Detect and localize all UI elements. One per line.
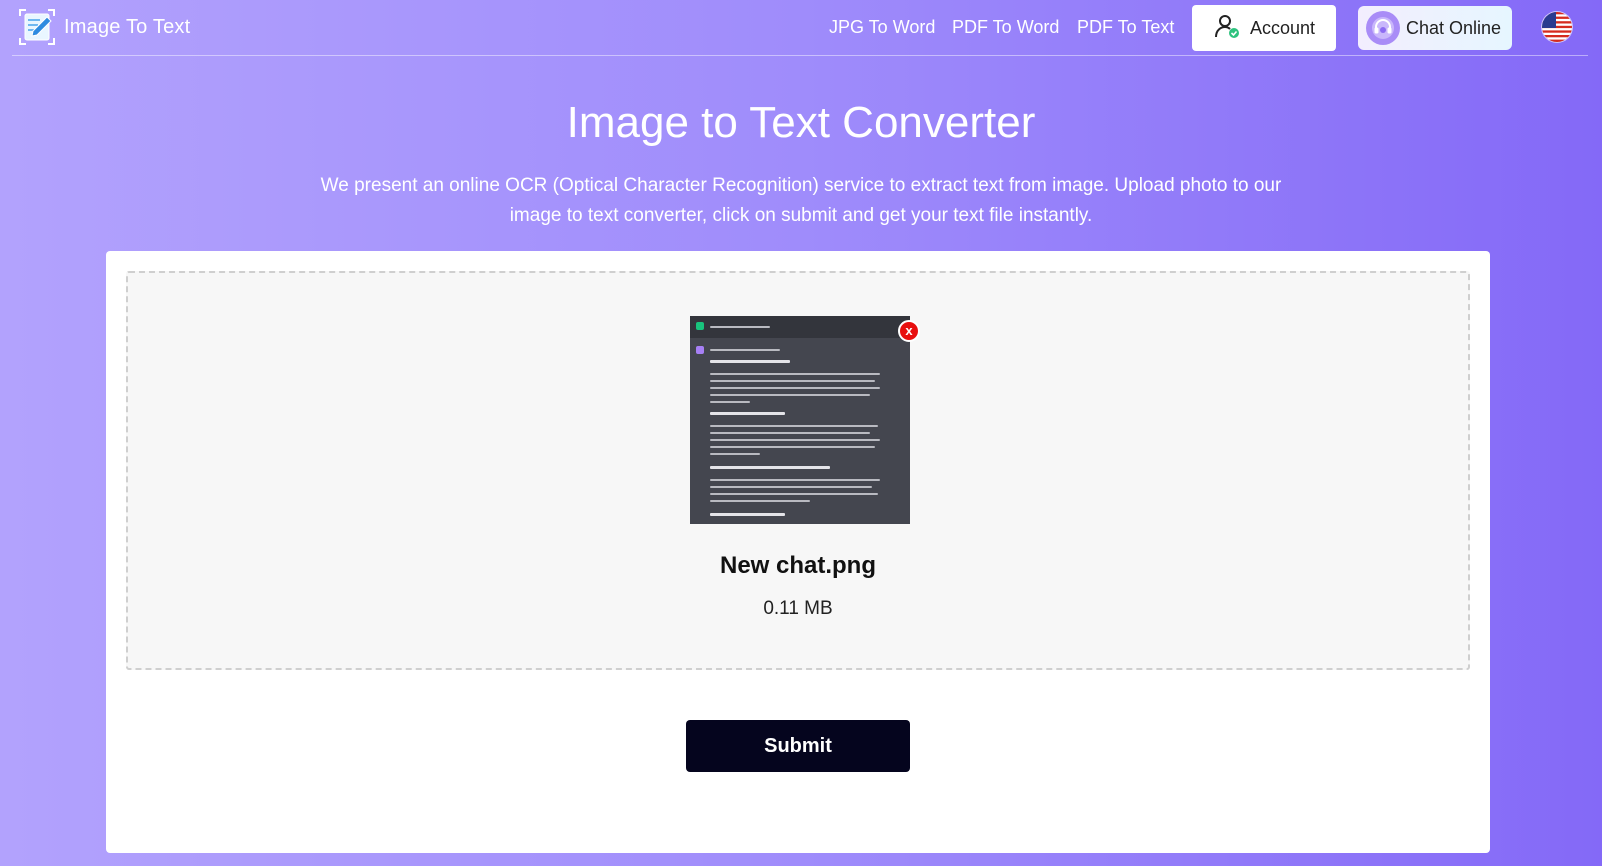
page-title: Image to Text Converter [566, 98, 1036, 147]
top-navbar: Image To Text JPG To Word PDF To Word PD… [0, 0, 1602, 56]
file-size: 0.11 MB [763, 598, 833, 619]
brand-logo-link[interactable]: Image To Text [18, 8, 190, 46]
upload-card: x New chat.png 0.11 MB Submit [106, 251, 1490, 853]
account-label: Account [1250, 17, 1316, 38]
us-flag-icon[interactable] [1542, 12, 1572, 42]
nav-divider [12, 55, 1588, 56]
page-description: We present an online OCR (Optical Charac… [320, 175, 1282, 226]
remove-file-button[interactable]: x [898, 320, 920, 342]
nav-link-jpg-to-word[interactable]: JPG To Word [829, 17, 935, 38]
headset-icon [1366, 11, 1400, 45]
file-dropzone[interactable]: x New chat.png 0.11 MB [126, 271, 1470, 670]
nav-link-pdf-to-text[interactable]: PDF To Text [1077, 17, 1174, 38]
account-button[interactable]: Account [1192, 5, 1336, 51]
nav-link-pdf-to-word[interactable]: PDF To Word [952, 17, 1059, 38]
chat-online-label: Chat Online [1406, 17, 1502, 38]
file-name: New chat.png [719, 552, 876, 579]
submit-button[interactable]: Submit [686, 720, 910, 772]
chat-online-button[interactable]: Chat Online [1358, 6, 1512, 50]
brand-name: Image To Text [64, 15, 191, 38]
user-check-icon [1214, 13, 1240, 44]
notepad-pen-icon [18, 8, 56, 46]
uploaded-image-thumbnail [690, 316, 910, 524]
